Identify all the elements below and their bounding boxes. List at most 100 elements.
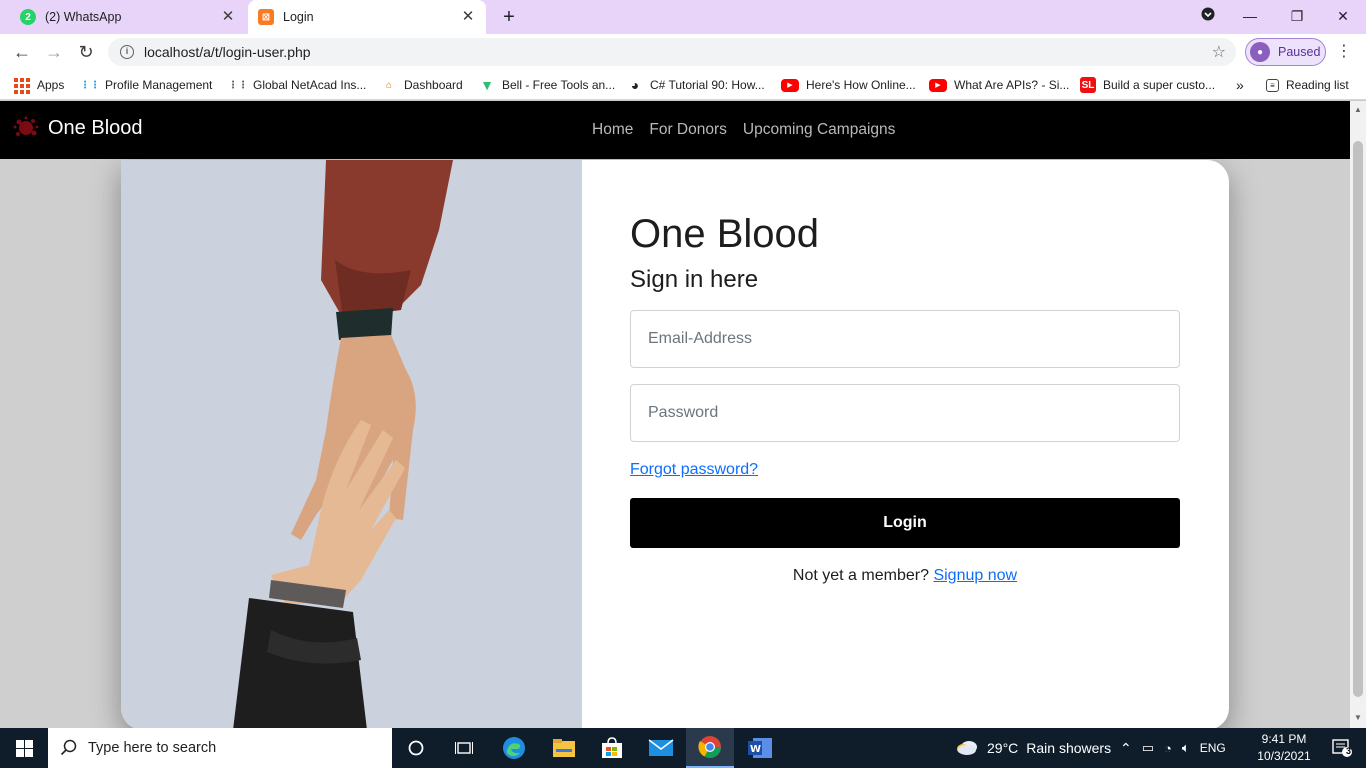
reading-list-icon: ≡: [1266, 78, 1279, 92]
close-tab-icon[interactable]: ✕: [460, 9, 476, 25]
taskbar-clock[interactable]: 9:41 PM 10/3/2021: [1252, 731, 1316, 765]
taskbar-search[interactable]: Type here to search: [48, 728, 392, 768]
volume-icon[interactable]: 🔈︎: [1182, 740, 1190, 756]
clock-time: 9:41 PM: [1261, 732, 1307, 746]
browser-toolbar: ← → ↻ i localhost/a/t/login-user.php ☆ ●…: [0, 34, 1366, 70]
windows-taskbar: Type here to search W 29°C Rain showers …: [0, 728, 1366, 768]
tab-whatsapp[interactable]: 2 (2) WhatsApp ✕: [12, 0, 246, 34]
microsoft-store-icon[interactable]: [588, 728, 636, 768]
tab-search-icon[interactable]: [1196, 4, 1220, 28]
site-navbar: One Blood Home For Donors Upcoming Campa…: [0, 101, 1350, 159]
xampp-icon: ⊠: [258, 9, 274, 25]
minimize-icon[interactable]: —: [1238, 4, 1262, 28]
signup-row: Not yet a member? Signup now: [630, 567, 1180, 585]
bookmark-label: Apps: [37, 78, 65, 92]
forward-icon[interactable]: →: [42, 40, 66, 64]
search-icon: [60, 739, 77, 756]
apps-grid-icon: [14, 77, 30, 94]
system-tray: ⌃ ▭ ◔ 🔈︎ ENG: [1120, 728, 1226, 768]
weather-temp: 29°C: [987, 740, 1019, 756]
bookmark-dashboard[interactable]: ⌂ Dashboard: [381, 76, 463, 94]
forgot-password-link[interactable]: Forgot password?: [630, 461, 758, 479]
language-indicator[interactable]: ENG: [1200, 741, 1226, 755]
scroll-down-icon[interactable]: ▼: [1354, 713, 1362, 722]
clock-date: 10/3/2021: [1257, 749, 1311, 763]
site-brand[interactable]: One Blood: [12, 114, 143, 142]
notification-center-icon[interactable]: 3: [1322, 728, 1362, 768]
cisco-icon: ⋮⋮: [228, 79, 248, 91]
task-view-icon[interactable]: [440, 728, 488, 768]
page-scrollbar[interactable]: ▲ ▼: [1350, 101, 1366, 728]
youtube-icon: ▶: [781, 78, 799, 92]
reload-icon[interactable]: ↻: [74, 40, 98, 64]
url-text[interactable]: localhost/a/t/login-user.php: [144, 44, 311, 60]
login-button[interactable]: Login: [630, 498, 1180, 548]
weather-widget[interactable]: 29°C Rain showers: [956, 728, 1111, 768]
chrome-icon[interactable]: [686, 728, 734, 768]
bookmark-build-super[interactable]: SL Build a super custo...: [1080, 76, 1215, 94]
mail-icon[interactable]: [637, 728, 685, 768]
close-tab-icon[interactable]: ✕: [220, 9, 236, 25]
bookmark-global-netacad[interactable]: ⋮⋮ Global NetAcad Ins...: [228, 76, 367, 94]
profile-status: Paused: [1278, 45, 1321, 59]
bookmark-label: Reading list: [1286, 78, 1349, 92]
avatar: ●: [1250, 42, 1270, 62]
password-field[interactable]: [630, 384, 1180, 442]
chevron-up-icon[interactable]: ⌃: [1120, 740, 1132, 757]
new-tab-button[interactable]: +: [498, 6, 520, 28]
bookmark-label: Here's How Online...: [806, 78, 916, 92]
back-icon[interactable]: ←: [10, 40, 34, 64]
bookmark-label: What Are APIs? - Si...: [954, 78, 1070, 92]
file-explorer-icon[interactable]: [540, 728, 588, 768]
scroll-up-icon[interactable]: ▲: [1354, 105, 1362, 114]
wifi-icon[interactable]: ◔: [1164, 741, 1172, 756]
dashboard-icon: ⌂: [385, 79, 393, 91]
globe-icon: ◕: [630, 77, 640, 93]
login-form: One Blood Sign in here Forgot password? …: [630, 160, 1180, 728]
bookmarks-overflow-icon[interactable]: »: [1236, 76, 1244, 94]
bookmarks-bar: Apps ⋮⋮ Profile Management ⋮⋮ Global Net…: [0, 70, 1366, 100]
bookmark-label: C# Tutorial 90: How...: [650, 78, 765, 92]
signup-link[interactable]: Signup now: [933, 567, 1017, 584]
hands-reaching-image: [121, 160, 582, 728]
cortana-icon[interactable]: [392, 728, 440, 768]
bookmark-profile-management[interactable]: ⋮⋮ Profile Management: [80, 76, 212, 94]
sl-icon: SL: [1080, 77, 1096, 93]
site-info-icon[interactable]: i: [120, 45, 134, 59]
svg-text:W: W: [750, 744, 761, 755]
bookmark-csharp-tutorial[interactable]: ◕ C# Tutorial 90: How...: [627, 76, 765, 94]
bookmark-online[interactable]: ▶ Here's How Online...: [781, 76, 916, 94]
bookmark-label: Global NetAcad Ins...: [253, 78, 367, 92]
restore-icon[interactable]: ❐: [1285, 4, 1309, 28]
bookmark-star-icon[interactable]: ☆: [1212, 42, 1226, 62]
form-subtitle: Sign in here: [630, 266, 759, 293]
battery-icon[interactable]: ▭: [1142, 740, 1154, 756]
whatsapp-icon: 2: [20, 9, 36, 25]
tab-login[interactable]: ⊠ Login ✕: [248, 0, 486, 34]
edge-icon[interactable]: [490, 728, 538, 768]
tab-title: (2) WhatsApp: [45, 10, 122, 24]
cisco-icon: ⋮⋮: [80, 79, 100, 91]
nav-home[interactable]: Home: [592, 121, 633, 139]
nav-for-donors[interactable]: For Donors: [649, 121, 727, 139]
email-field[interactable]: [630, 310, 1180, 368]
browser-tab-strip: 2 (2) WhatsApp ✕ ⊠ Login ✕ + — ❐ ✕: [0, 0, 1366, 34]
login-card: One Blood Sign in here Forgot password? …: [121, 160, 1229, 728]
bookmark-apps[interactable]: Apps: [14, 76, 64, 94]
bookmark-bell[interactable]: ▼ Bell - Free Tools an...: [479, 76, 615, 94]
windows-start-icon[interactable]: [0, 728, 48, 768]
profile-button[interactable]: ● Paused: [1245, 38, 1326, 66]
tab-title: Login: [283, 10, 314, 24]
scroll-thumb[interactable]: [1353, 141, 1363, 697]
address-bar[interactable]: i localhost/a/t/login-user.php ☆: [108, 38, 1236, 66]
youtube-icon: ▶: [929, 78, 947, 92]
word-icon[interactable]: W: [736, 728, 784, 768]
nav-upcoming-campaigns[interactable]: Upcoming Campaigns: [743, 121, 896, 139]
page-viewport: One Blood Home For Donors Upcoming Campa…: [0, 101, 1350, 728]
bookmark-what-are-apis[interactable]: ▶ What Are APIs? - Si...: [929, 76, 1069, 94]
menu-icon[interactable]: ⋮: [1336, 40, 1352, 64]
close-window-icon[interactable]: ✕: [1331, 4, 1355, 28]
bookmark-reading-list[interactable]: ≡ Reading list: [1266, 76, 1349, 94]
vue-icon: ▼: [480, 77, 494, 93]
blood-splash-icon: [13, 116, 39, 136]
